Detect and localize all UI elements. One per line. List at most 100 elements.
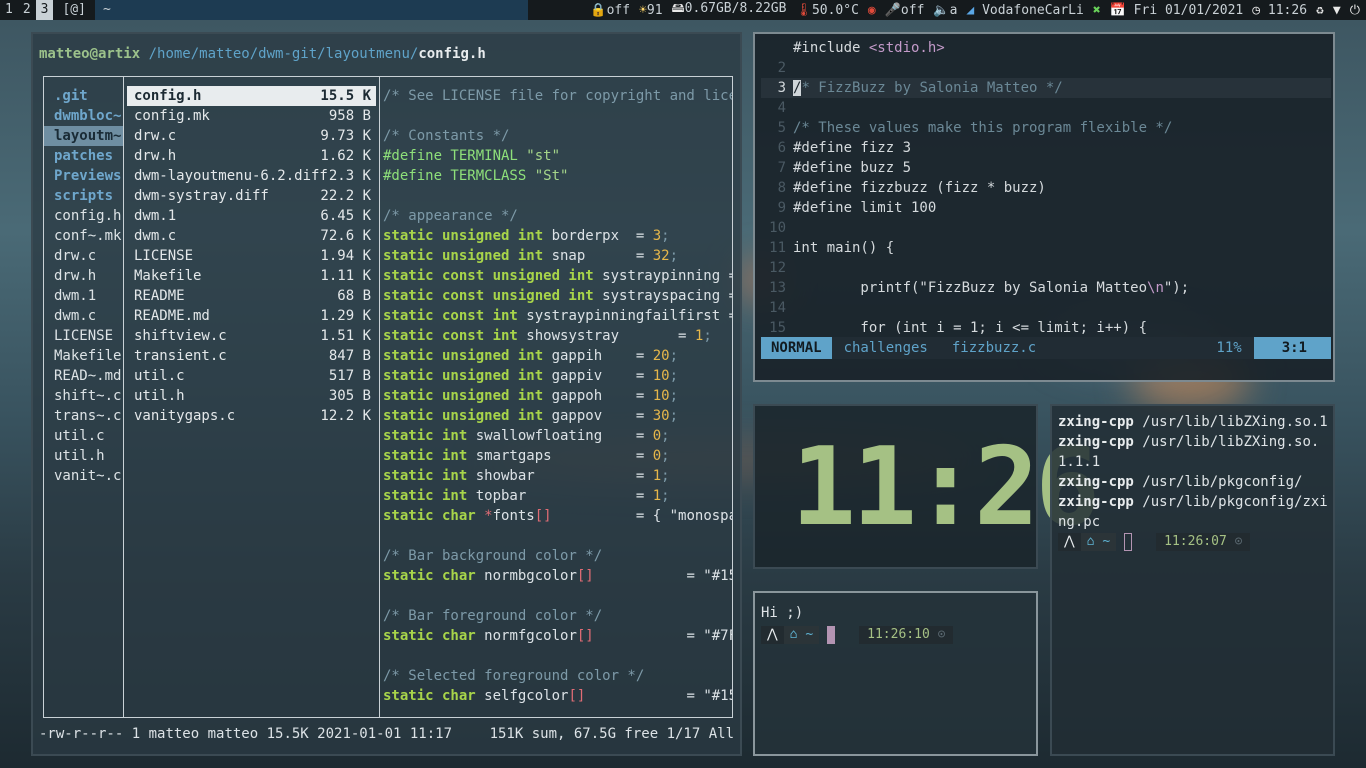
clock-window[interactable]: 11:26 — [753, 404, 1100, 569]
vim-line[interactable]: 11 int main() { — [761, 238, 1331, 258]
file-row[interactable]: Makefile 1.11 K — [124, 266, 379, 286]
parent-entry[interactable]: shift~.c — [44, 386, 123, 406]
vim-line[interactable]: 7 #define buzz 5 — [761, 158, 1331, 178]
code-token: #define TERMINAL — [383, 148, 527, 164]
lf-file-manager-window[interactable]: matteo@artix /home/matteo/dwm-git/layout… — [31, 32, 742, 756]
preview-line: /* Constants */ — [380, 126, 732, 146]
line-content: /* FizzBuzz by Salonia Matteo */ — [793, 78, 1063, 98]
shell-prompt-2[interactable]: ⋀ ⌂ ~ 11:26:07 ⊙ — [1058, 532, 1251, 552]
tag-1[interactable]: 1 — [0, 0, 18, 20]
vim-line[interactable]: 8 #define fizzbuzz (fizz * buzz) — [761, 178, 1331, 198]
shell-prompt[interactable]: ⋀ ⌂ ~ 11:26:10 ⊙ — [761, 625, 954, 645]
file-row[interactable]: dwm-layoutmenu-6.2.diff 2.3 K — [124, 166, 379, 186]
file-row[interactable]: dwm-systray.diff 22.2 K — [124, 186, 379, 206]
parent-entry[interactable]: READ~.md — [44, 366, 123, 386]
parent-entry[interactable]: dwmbloc~ — [44, 106, 123, 126]
file-name: config.h — [134, 88, 202, 104]
file-row[interactable]: dwm.1 6.45 K — [124, 206, 379, 226]
code-token: /* See LICENSE file for copyright and li… — [383, 88, 732, 104]
package-file: /usr/lib/libZXing.so.1 — [1142, 414, 1328, 430]
parent-entry[interactable]: LICENSE — [44, 326, 123, 346]
file-row[interactable]: dwm.c 72.6 K — [124, 226, 379, 246]
vim-line[interactable]: #include <stdio.h> — [761, 38, 1331, 58]
parent-entry[interactable]: patches — [44, 146, 123, 166]
code-token: static unsigned int — [383, 408, 552, 424]
preview-line: static char normbgcolor[] = "#151 — [380, 566, 732, 586]
lock-icon: 🔒 — [590, 2, 607, 18]
line-number: 5 — [777, 120, 786, 136]
vim-line[interactable]: 9 #define limit 100 — [761, 198, 1331, 218]
file-name: transient.c — [134, 348, 227, 364]
file-row[interactable]: drw.c 9.73 K — [124, 126, 379, 146]
file-size: 305 B — [328, 388, 371, 404]
preview-line: static const unsigned int systraypinning… — [380, 266, 732, 286]
code-token: ; / — [669, 248, 679, 264]
vim-line[interactable]: 5 /* These values make this program flexi… — [761, 118, 1331, 138]
wifi-icon: ▼ — [1332, 2, 1341, 18]
vim-line[interactable]: 3 /* FizzBuzz by Salonia Matteo */ — [761, 78, 1331, 98]
file-row[interactable]: vanitygaps.c 12.2 K — [124, 406, 379, 426]
code-token: ; — [703, 328, 712, 344]
terminal-window[interactable]: Hi ;) ⋀ ⌂ ~ 11:26:10 ⊙ — [753, 591, 1038, 756]
terminal-window-2[interactable]: zxing-cpp /usr/lib/libZXing.so.1 zxing-cp… — [1050, 404, 1335, 756]
file-name: util.h — [134, 388, 185, 404]
code-token: static const unsigned int — [383, 288, 603, 304]
parent-entry[interactable]: util.h — [44, 446, 123, 466]
code-token: #include — [793, 40, 869, 56]
preview-line: static const unsigned int systrayspacing… — [380, 286, 732, 306]
code-token: /* Selected foreground color */ — [383, 668, 645, 684]
preview-line: static const int systraypinningfailfirst… — [380, 306, 732, 326]
parent-entry[interactable]: util.c — [44, 426, 123, 446]
terminal-cursor — [1124, 533, 1133, 551]
parent-entry[interactable]: Previews — [44, 166, 123, 186]
file-row[interactable]: transient.c 847 B — [124, 346, 379, 366]
file-name: dwm.c — [134, 228, 177, 244]
file-row[interactable]: drw.h 1.62 K — [124, 146, 379, 166]
vim-line[interactable]: 6 #define fizz 3 — [761, 138, 1331, 158]
file-row[interactable]: config.mk 958 B — [124, 106, 379, 126]
parent-entry[interactable]: scripts — [44, 186, 123, 206]
file-row[interactable]: LICENSE 1.94 K — [124, 246, 379, 266]
parent-entry[interactable]: dwm.c — [44, 306, 123, 326]
parent-entry[interactable]: .git — [44, 86, 123, 106]
file-row[interactable]: util.h 305 B — [124, 386, 379, 406]
parent-entry[interactable]: drw.h — [44, 266, 123, 286]
file-row[interactable]: util.c 517 B — [124, 366, 379, 386]
code-token: ; / — [669, 368, 679, 384]
code-token: fonts — [492, 508, 535, 524]
tag-3[interactable]: 3 — [35, 0, 54, 20]
parent-entry[interactable]: Makefile — [44, 346, 123, 366]
code-token: smartgaps = — [475, 448, 653, 464]
file-name: README.md — [134, 308, 210, 324]
vim-line[interactable]: 4 — [761, 98, 1331, 118]
code-token: #define limit 100 — [793, 200, 937, 216]
vim-line[interactable]: 14 — [761, 298, 1331, 318]
file-row[interactable]: README 68 B — [124, 286, 379, 306]
parent-entry[interactable]: config.h — [44, 206, 123, 226]
vim-line[interactable]: 15 for (int i = 1; i <= limit; i++) { — [761, 318, 1331, 338]
vim-buffer[interactable]: #include <stdio.h> 2 3 /* FizzBuzz by Salon… — [761, 38, 1331, 338]
parent-entry[interactable]: vanit~.c — [44, 466, 123, 486]
brightness-icon: ☀ — [639, 2, 647, 18]
code-token: = "#151 — [593, 568, 732, 584]
parent-entry[interactable]: trans~.c — [44, 406, 123, 426]
file-row[interactable]: README.md 1.29 K — [124, 306, 379, 326]
parent-entry[interactable]: conf~.mk — [44, 226, 123, 246]
arch-logo-icon: ⋀ — [1058, 533, 1081, 551]
file-row[interactable]: config.h 15.5 K — [127, 86, 376, 106]
code-token: static int — [383, 468, 476, 484]
file-row[interactable]: shiftview.c 1.51 K — [124, 326, 379, 346]
preview-line — [380, 186, 732, 206]
vim-line[interactable]: 2 — [761, 58, 1331, 78]
tag-2[interactable]: 2 — [18, 0, 36, 20]
parent-entry[interactable]: drw.c — [44, 246, 123, 266]
vim-line[interactable]: 13 printf("FizzBuzz by Salonia Matteo\n"… — [761, 278, 1331, 298]
parent-entry[interactable]: layoutm~ — [44, 126, 123, 146]
vim-line[interactable]: 12 — [761, 258, 1331, 278]
layout-indicator[interactable]: [@] — [53, 0, 94, 20]
preview-line: static int topbar = 1; / — [380, 486, 732, 506]
vim-editor-window[interactable]: #include <stdio.h> 2 3 /* FizzBuzz by Salon… — [753, 32, 1335, 382]
vim-line[interactable]: 10 — [761, 218, 1331, 238]
parent-entry[interactable]: dwm.1 — [44, 286, 123, 306]
code-token: * FizzBuzz by Salonia Matteo */ — [801, 80, 1063, 96]
